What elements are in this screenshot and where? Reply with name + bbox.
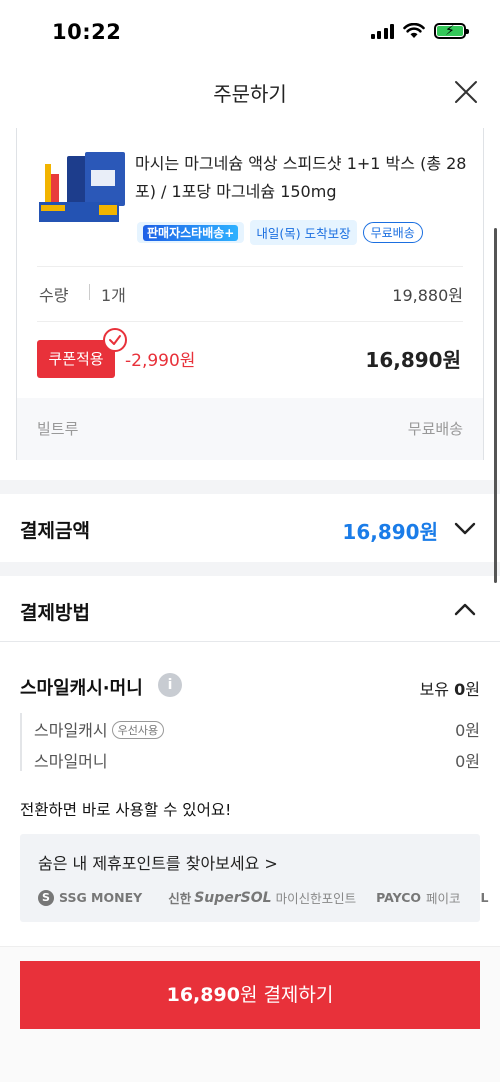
page-title: 주문하기	[213, 82, 287, 106]
partner-supersol: SuperSOL	[194, 889, 272, 906]
seller-name[interactable]: 빌트루	[37, 418, 78, 439]
coupon-apply-button[interactable]: 쿠폰적용	[37, 340, 115, 378]
partner-shinhan-points: 마이신한포인트	[275, 891, 357, 906]
payment-amount-value: 16,890원	[342, 520, 438, 544]
payment-amount-title: 결제금액	[20, 520, 90, 542]
smile-money-label: 스마일머니	[34, 752, 108, 771]
chevron-down-icon[interactable]	[454, 522, 476, 536]
section-separator	[0, 562, 500, 576]
divider	[89, 284, 90, 300]
status-time: 10:22	[52, 20, 122, 44]
seller-shipping: 무료배송	[407, 420, 463, 438]
delivery-tags: 판매자스타배송+ 내일(목) 도착보장 무료배송	[137, 220, 423, 245]
smile-cash-money-title: 스마일캐시·머니	[20, 678, 143, 699]
holding-balance: 보유 0원	[419, 680, 480, 699]
wifi-icon	[403, 23, 425, 38]
free-shipping-badge: 무료배송	[362, 222, 423, 243]
partner-more: L	[480, 890, 489, 905]
quantity-value: 1개	[101, 286, 126, 305]
product-name[interactable]: 마시는 마그네슘 액상 스피드샷 1+1 박스 (총 28포) / 1포당 마그…	[135, 150, 475, 206]
payment-amount-section[interactable]: 결제금액 16,890원	[0, 494, 500, 562]
section-separator	[0, 480, 500, 494]
product-card: 마시는 마그네슘 액상 스피드샷 1+1 박스 (총 28포) / 1포당 마그…	[16, 128, 484, 460]
final-price: 16,890원	[365, 348, 461, 372]
smile-money-amount: 0원	[455, 752, 480, 771]
smile-money-row: 스마일머니 0원	[34, 748, 480, 772]
header: 주문하기	[0, 66, 500, 118]
pay-button[interactable]: 16,890원 결제하기	[20, 961, 480, 1029]
partner-payco-kr: 페이코	[426, 891, 461, 906]
ssg-icon: S	[38, 889, 54, 906]
priority-use-badge: 우선사용	[111, 721, 165, 739]
payment-method-header[interactable]: 결제방법	[0, 576, 500, 642]
smile-cash-row: 스마일캐시 우선사용 0원	[34, 717, 480, 741]
smile-cash-amount: 0원	[455, 721, 480, 740]
divider	[20, 713, 22, 771]
battery-icon: ⚡	[434, 23, 469, 39]
info-icon[interactable]: i	[158, 673, 182, 697]
seller-row: 빌트루 무료배송	[17, 398, 483, 460]
payment-method-title: 결제방법	[20, 602, 90, 624]
scrollbar[interactable]	[494, 228, 497, 583]
switch-note: 전환하면 바로 사용할 수 있어요!	[20, 801, 232, 819]
smile-cash-label: 스마일캐시	[34, 721, 108, 740]
quantity-label: 수량	[39, 286, 69, 305]
star-delivery-badge: 판매자스타배송+	[137, 222, 245, 243]
delivery-guarantee-badge: 내일(목) 도착보장	[250, 220, 357, 245]
check-icon	[103, 328, 127, 352]
product-thumbnail[interactable]	[39, 150, 129, 226]
divider	[37, 321, 463, 322]
status-icons: ⚡	[370, 23, 469, 39]
partner-logos: S SSG MONEY 신한 SuperSOL 마이신한포인트 PAYCO 페이…	[38, 888, 489, 907]
divider	[37, 266, 463, 267]
bottom-bar: 16,890원 결제하기	[0, 946, 500, 1082]
chevron-up-icon[interactable]	[454, 602, 476, 616]
coupon-discount: -2,990원	[125, 351, 196, 371]
partner-shinhan: 신한	[168, 891, 192, 906]
partner-payco: PAYCO	[376, 890, 422, 905]
quantity-row: 수량 1개 19,880원	[37, 278, 463, 308]
status-bar: 10:22 ⚡	[0, 0, 500, 66]
partner-points-box: 숨은 내 제휴포인트를 찾아보세요 > S SSG MONEY 신한 Super…	[20, 834, 489, 922]
partner-ssg: SSG MONEY	[59, 890, 143, 905]
original-price: 19,880원	[392, 286, 463, 305]
close-icon[interactable]	[452, 78, 480, 106]
cellular-signal-icon	[370, 23, 394, 39]
partner-points-link[interactable]: 숨은 내 제휴포인트를 찾아보세요 >	[38, 850, 278, 874]
